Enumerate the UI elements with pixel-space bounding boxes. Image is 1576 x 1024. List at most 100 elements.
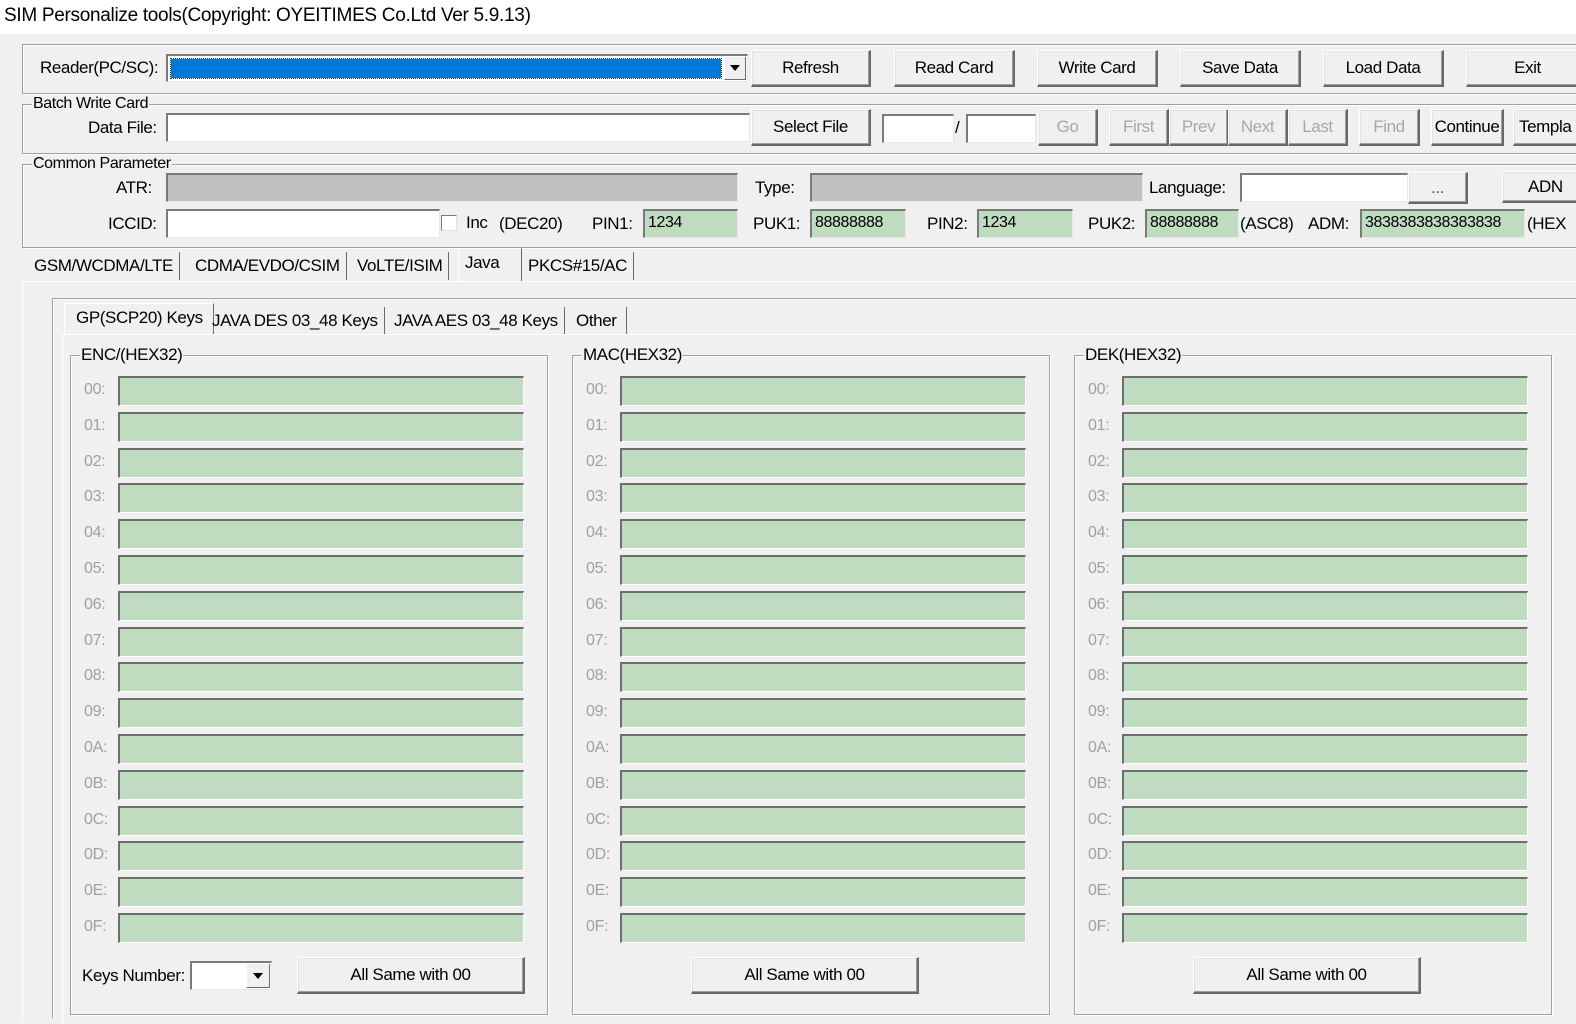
mac-key-input[interactable] (620, 448, 1026, 478)
dek-key-input[interactable] (1122, 591, 1528, 621)
tab-cdma-evdo-csim[interactable]: CDMA/EVDO/CSIM (189, 252, 347, 280)
iccid-input[interactable] (166, 209, 440, 238)
data-file-input[interactable] (166, 113, 750, 142)
keys-number-dropdown-button[interactable] (246, 964, 270, 988)
dek-key-input[interactable] (1122, 877, 1528, 907)
enc-key-input[interactable] (118, 448, 524, 478)
adn-button[interactable]: ADN (1502, 171, 1576, 203)
key-slot-label: 04: (1088, 524, 1110, 541)
key-slot-label: 08: (586, 667, 608, 684)
mac-key-input[interactable] (620, 412, 1026, 442)
first-button[interactable]: First (1109, 109, 1169, 146)
tab-gsm-wcdma-lte[interactable]: GSM/WCDMA/LTE (28, 252, 180, 280)
dek-key-input[interactable] (1122, 519, 1528, 549)
mac-key-input[interactable] (620, 841, 1026, 871)
load-data-button[interactable]: Load Data (1323, 50, 1444, 87)
key-slot-label: 00: (586, 381, 608, 398)
pin1-input[interactable]: 1234 (643, 209, 738, 238)
read-card-button[interactable]: Read Card (894, 50, 1015, 87)
tab-java-aes-03-48-keys[interactable]: JAVA AES 03_48 Keys (388, 307, 565, 335)
mac-all-same-button[interactable]: All Same with 00 (691, 957, 919, 994)
key-slot-label: 06: (1088, 596, 1110, 613)
mac-key-input[interactable] (620, 519, 1026, 549)
enc-key-input[interactable] (118, 877, 524, 907)
mac-key-input[interactable] (620, 770, 1026, 800)
mac-key-input[interactable] (620, 806, 1026, 836)
key-slot-label: 0F: (1088, 918, 1111, 935)
write-card-button[interactable]: Write Card (1037, 50, 1158, 87)
dek-key-input[interactable] (1122, 448, 1528, 478)
dek-key-input[interactable] (1122, 376, 1528, 406)
language-input[interactable] (1240, 173, 1408, 202)
enc-key-input[interactable] (118, 913, 524, 943)
mac-key-input[interactable] (620, 877, 1026, 907)
dek-key-input[interactable] (1122, 734, 1528, 764)
enc-key-input[interactable] (118, 770, 524, 800)
enc-key-input[interactable] (118, 627, 524, 657)
reader-dropdown-button[interactable] (724, 57, 746, 80)
enc-key-input[interactable] (118, 698, 524, 728)
tab-volte-isim[interactable]: VoLTE/ISIM (351, 252, 450, 280)
dek-key-input[interactable] (1122, 483, 1528, 513)
mac-key-input[interactable] (620, 913, 1026, 943)
reader-select[interactable] (166, 54, 748, 82)
enc-key-input[interactable] (118, 591, 524, 621)
dek-key-input[interactable] (1122, 913, 1528, 943)
mac-key-input[interactable] (620, 591, 1026, 621)
enc-key-input[interactable] (118, 412, 524, 442)
tab-gp-scp20-keys[interactable]: GP(SCP20) Keys (64, 303, 214, 335)
mac-key-input[interactable] (620, 734, 1026, 764)
last-button[interactable]: Last (1288, 109, 1348, 146)
mac-key-input[interactable] (620, 698, 1026, 728)
key-slot-label: 0C: (586, 811, 610, 828)
dek-key-input[interactable] (1122, 841, 1528, 871)
enc-key-input[interactable] (118, 555, 524, 585)
tab-other[interactable]: Other (570, 307, 627, 335)
mac-key-input[interactable] (620, 376, 1026, 406)
dek-key-input[interactable] (1122, 662, 1528, 692)
enc-all-same-button[interactable]: All Same with 00 (297, 957, 525, 994)
find-button[interactable]: Find (1359, 109, 1420, 146)
language-browse-button[interactable]: ... (1408, 172, 1468, 204)
enc-key-input[interactable] (118, 519, 524, 549)
adm-input[interactable]: 3838383838383838 (1360, 209, 1525, 238)
dek-key-input[interactable] (1122, 698, 1528, 728)
next-button[interactable]: Next (1228, 109, 1288, 146)
prev-button[interactable]: Prev (1169, 109, 1229, 146)
enc-key-input[interactable] (118, 483, 524, 513)
enc-key-input[interactable] (118, 806, 524, 836)
save-data-button[interactable]: Save Data (1180, 50, 1301, 87)
dek-key-input[interactable] (1122, 412, 1528, 442)
puk2-input[interactable]: 88888888 (1145, 209, 1239, 238)
dek-key-input[interactable] (1122, 627, 1528, 657)
tab-java[interactable]: Java (458, 248, 522, 282)
page-current-input[interactable] (882, 114, 954, 143)
tab-java-des-03-48-keys[interactable]: JAVA DES 03_48 Keys (206, 307, 385, 335)
select-file-button[interactable]: Select File (751, 109, 871, 146)
enc-key-input[interactable] (118, 841, 524, 871)
dek-all-same-button[interactable]: All Same with 00 (1193, 957, 1421, 994)
template-button[interactable]: Templa (1513, 109, 1576, 146)
page-total-input[interactable] (966, 114, 1036, 143)
type-field (810, 173, 1143, 202)
exit-button[interactable]: Exit (1466, 50, 1576, 87)
mac-key-input[interactable] (620, 483, 1026, 513)
keys-number-select[interactable] (190, 961, 272, 990)
dek-key-input[interactable] (1122, 555, 1528, 585)
inc-checkbox[interactable] (441, 215, 457, 231)
mac-key-input[interactable] (620, 662, 1026, 692)
continue-button[interactable]: Continue (1431, 109, 1504, 146)
refresh-button[interactable]: Refresh (751, 50, 871, 87)
mac-key-input[interactable] (620, 555, 1026, 585)
dek-key-input[interactable] (1122, 770, 1528, 800)
pin2-input[interactable]: 1234 (977, 209, 1073, 238)
enc-key-input[interactable] (118, 662, 524, 692)
puk1-input[interactable]: 88888888 (810, 209, 906, 238)
go-button[interactable]: Go (1038, 109, 1098, 146)
enc-key-input[interactable] (118, 734, 524, 764)
tab-pkcs15-ac[interactable]: PKCS#15/AC (522, 252, 634, 280)
enc-key-input[interactable] (118, 376, 524, 406)
dek-key-input[interactable] (1122, 806, 1528, 836)
adm-label: ADM: (1308, 214, 1349, 233)
mac-key-input[interactable] (620, 627, 1026, 657)
